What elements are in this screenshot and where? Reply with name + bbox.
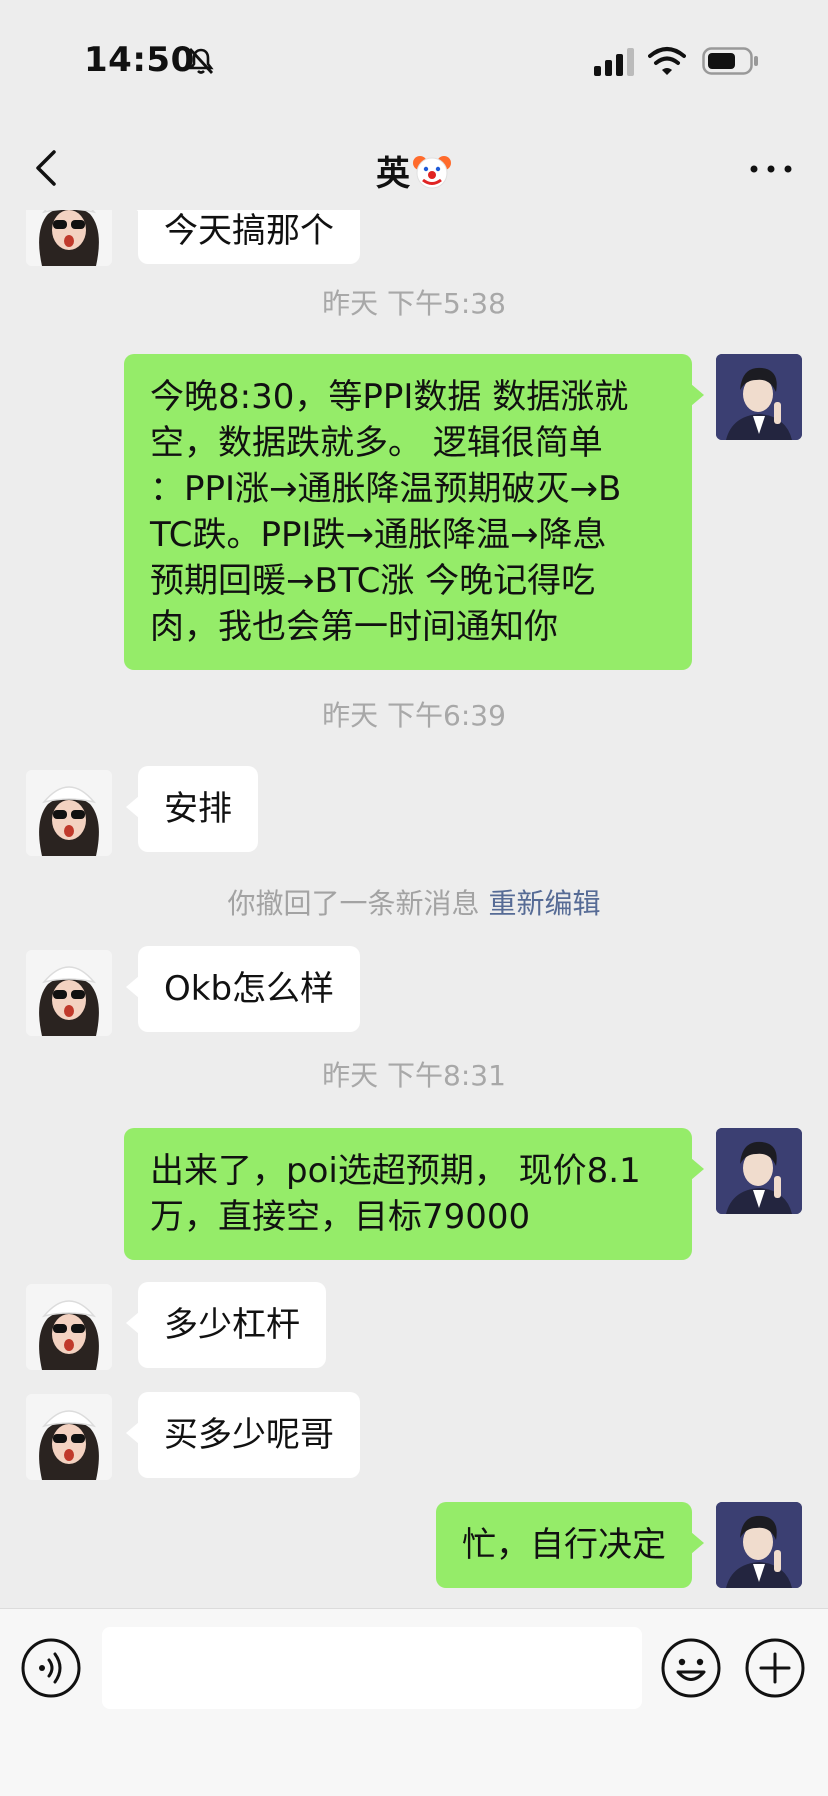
message-text: Okb怎么样 xyxy=(164,969,335,1009)
more-button[interactable] xyxy=(748,154,794,184)
my-avatar[interactable] xyxy=(716,354,802,440)
nav-bar: 英 xyxy=(0,130,828,210)
message-outgoing[interactable]: 忙，自行决定 xyxy=(436,1502,704,1588)
message-text: 安排 xyxy=(164,789,232,829)
input-bar xyxy=(0,1608,828,1796)
contact-avatar[interactable] xyxy=(26,1284,112,1370)
message-line: 空，数据跌就多。 逻辑很简单 xyxy=(150,423,603,463)
wifi-icon xyxy=(648,46,686,76)
message-incoming[interactable]: 买多少呢哥 xyxy=(126,1392,360,1478)
message-line: ：PPI涨→通胀降温预期破灭→B xyxy=(150,469,622,509)
message-text: 买多少呢哥 xyxy=(164,1415,334,1455)
message-incoming[interactable]: 安排 xyxy=(126,766,258,852)
recall-text: 你撤回了一条新消息 xyxy=(227,887,480,920)
message-line: 出来了，poi选超预期， 现价8.1 xyxy=(150,1151,641,1191)
mute-icon xyxy=(186,46,216,76)
battery-icon xyxy=(702,46,760,76)
message-line: TC跌。PPI跌→通胀降温→降息 xyxy=(150,515,607,555)
clown-emoji-icon xyxy=(412,151,452,191)
chat-title: 英 xyxy=(0,146,828,195)
message-incoming[interactable]: 多少杠杆 xyxy=(126,1282,326,1368)
emoji-button[interactable] xyxy=(660,1637,722,1699)
timestamp: 昨天 下午8:31 xyxy=(322,1059,506,1092)
message-line: 万，直接空，目标79000 xyxy=(150,1197,531,1237)
more-icon xyxy=(750,165,792,173)
timestamp: 昨天 下午5:38 xyxy=(322,287,506,320)
message-incoming[interactable]: Okb怎么样 xyxy=(125,946,361,1032)
plus-button[interactable] xyxy=(744,1637,806,1699)
contact-avatar[interactable] xyxy=(26,210,112,266)
message-line: 预期回暖→BTC涨 今晚记得吃 xyxy=(150,561,596,601)
message-outgoing[interactable]: 出来了，poi选超预期， 现价8.1 万，直接空，目标79000 xyxy=(124,1128,704,1260)
chat-screen: 14:50 英 今天搞那个 昨天 下午5:38 今晚8:30，等PPI数据 数据… xyxy=(0,0,828,1796)
message-line: 肉，我也会第一时间通知你 xyxy=(150,607,558,647)
message-text: 今天搞那个 xyxy=(164,211,334,251)
my-avatar[interactable] xyxy=(716,1502,802,1588)
status-bar: 14:50 xyxy=(0,0,828,120)
contact-avatar[interactable] xyxy=(26,950,112,1036)
my-avatar[interactable] xyxy=(716,1128,802,1214)
message-text: 多少杠杆 xyxy=(164,1305,300,1345)
message-line: 今晚8:30，等PPI数据 数据涨就 xyxy=(150,377,629,417)
message-list[interactable]: 今天搞那个 昨天 下午5:38 今晚8:30，等PPI数据 数据涨就 空，数据跌… xyxy=(0,210,828,1608)
message-text: 忙，自行决定 xyxy=(462,1525,666,1565)
contact-name: 英 xyxy=(376,154,410,194)
message-input[interactable] xyxy=(102,1627,642,1709)
recall-notice: 你撤回了一条新消息 重新编辑 xyxy=(0,882,828,922)
emoji-icon xyxy=(661,1638,721,1698)
status-time: 14:50 xyxy=(84,40,195,80)
message-outgoing[interactable]: 今晚8:30，等PPI数据 数据涨就 空，数据跌就多。 逻辑很简单 ：PPI涨→… xyxy=(124,354,704,670)
plus-icon xyxy=(745,1638,805,1698)
contact-avatar[interactable] xyxy=(26,770,112,856)
contact-avatar[interactable] xyxy=(26,1394,112,1480)
timestamp: 昨天 下午6:39 xyxy=(322,699,506,732)
voice-icon xyxy=(21,1638,81,1698)
signal-icon xyxy=(594,48,636,76)
voice-button[interactable] xyxy=(20,1637,82,1699)
re-edit-link[interactable]: 重新编辑 xyxy=(488,887,600,920)
message-incoming[interactable]: 今天搞那个 xyxy=(126,210,360,264)
